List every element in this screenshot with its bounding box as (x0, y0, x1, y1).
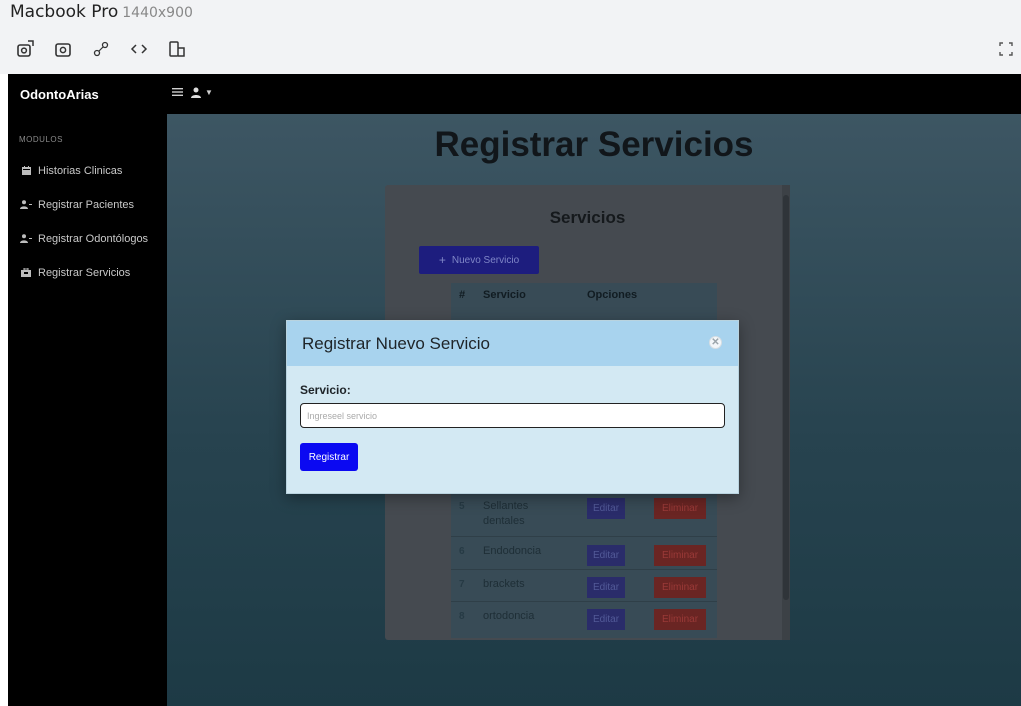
delete-button[interactable]: Eliminar (654, 609, 706, 630)
calendar-icon (19, 165, 33, 177)
delete-button[interactable]: Eliminar (654, 498, 706, 519)
top-navbar: OdontoArias ▼ (8, 74, 1021, 114)
user-icon (191, 87, 201, 98)
table-row: 8 ortodoncia Editar Eliminar (451, 601, 717, 635)
table-header-options: Opciones (587, 289, 638, 301)
edit-button[interactable]: Editar (587, 577, 625, 598)
scrollbar-thumb[interactable] (783, 195, 789, 600)
card-scrollbar[interactable] (782, 185, 790, 640)
row-number: 8 (459, 611, 465, 622)
device-toolbar (14, 38, 188, 60)
modal-title: Registrar Nuevo Servicio (302, 334, 491, 353)
row-service: Sellantes dentales (483, 500, 529, 527)
app-frame: OdontoArias ▼ MODULOS Historias Clinicas… (8, 74, 1021, 706)
table-header-num: # (459, 289, 466, 301)
row-number: 5 (459, 501, 465, 512)
service-field-label: Servicio: (300, 383, 351, 397)
sidebar-item-label: Registrar Servicios (38, 267, 131, 279)
user-plus-icon (19, 199, 33, 211)
row-service: brackets (483, 578, 525, 590)
chevron-down-icon: ▼ (205, 88, 213, 97)
device-preview-bar: Macbook Pro 1440x900 (0, 0, 1021, 74)
close-icon[interactable]: ✕ (709, 336, 722, 349)
register-service-modal: Registrar Nuevo Servicio ✕ Servicio: Reg… (286, 320, 739, 494)
row-service: ortodoncia (483, 610, 535, 622)
sidebar-item-registrar-pacientes[interactable]: Registrar Pacientes (19, 197, 134, 213)
device-name: Macbook Pro (10, 2, 119, 22)
sidebar-item-registrar-odontologos[interactable]: Registrar Odontólogos (19, 231, 148, 247)
sidebar-item-historias-clinicas[interactable]: Historias Clinicas (19, 163, 122, 179)
brand-logo[interactable]: OdontoArias (20, 87, 99, 102)
camera-icon[interactable] (52, 38, 74, 60)
table-row: 6 Endodoncia Editar Eliminar (451, 536, 717, 569)
row-number: 7 (459, 579, 465, 590)
rotate-device-icon[interactable] (166, 38, 188, 60)
sidebar: MODULOS Historias Clinicas Registrar Pac… (8, 114, 167, 706)
sidebar-item-label: Historias Clinicas (38, 165, 123, 177)
register-button[interactable]: Registrar (300, 443, 358, 471)
edit-button[interactable]: Editar (587, 498, 625, 519)
briefcase-icon (19, 267, 33, 279)
row-service: Endodoncia (483, 545, 542, 557)
user-dropdown[interactable]: ▼ (191, 87, 213, 98)
new-service-label: Nuevo Servicio (451, 254, 520, 266)
code-icon[interactable] (128, 38, 150, 60)
table-row: 5 Sellantes dentales Editar Eliminar (451, 490, 717, 536)
row-number: 6 (459, 546, 465, 557)
screenshot-icon[interactable] (14, 38, 36, 60)
edit-button[interactable]: Editar (587, 545, 625, 566)
sidebar-heading: MODULOS (19, 135, 63, 144)
service-input[interactable] (300, 403, 725, 428)
new-service-button[interactable]: + Nuevo Servicio (419, 246, 539, 274)
plus-icon: + (438, 253, 446, 267)
touch-icon[interactable] (90, 38, 112, 60)
table-row: 7 brackets Editar Eliminar (451, 569, 717, 601)
edit-button[interactable]: Editar (587, 609, 625, 630)
hamburger-icon[interactable] (172, 85, 183, 100)
modal-header: Registrar Nuevo Servicio ✕ (287, 321, 738, 366)
table-header-service: Servicio (483, 289, 526, 301)
user-plus-icon (19, 233, 33, 245)
device-resolution: 1440x900 (122, 5, 193, 21)
delete-button[interactable]: Eliminar (654, 577, 706, 598)
sidebar-item-label: Registrar Odontólogos (38, 233, 149, 245)
delete-button[interactable]: Eliminar (654, 545, 706, 566)
sidebar-item-label: Registrar Pacientes (38, 199, 134, 211)
card-title: Servicios (549, 208, 626, 227)
sidebar-item-registrar-servicios[interactable]: Registrar Servicios (19, 265, 130, 281)
navbar-controls: ▼ (172, 85, 213, 100)
page-title: Registrar Servicios (434, 125, 754, 164)
device-title: Macbook Pro 1440x900 (10, 2, 193, 22)
fullscreen-icon[interactable] (997, 40, 1015, 58)
